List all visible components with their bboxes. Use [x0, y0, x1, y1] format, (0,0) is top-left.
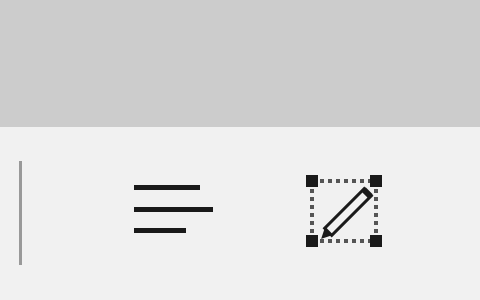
header-band — [0, 0, 480, 127]
toolbar — [0, 127, 480, 300]
app-window — [0, 0, 480, 300]
edit-selection-button[interactable] — [298, 167, 390, 257]
toolbar-separator — [19, 161, 22, 265]
text-align-button[interactable] — [124, 177, 220, 241]
